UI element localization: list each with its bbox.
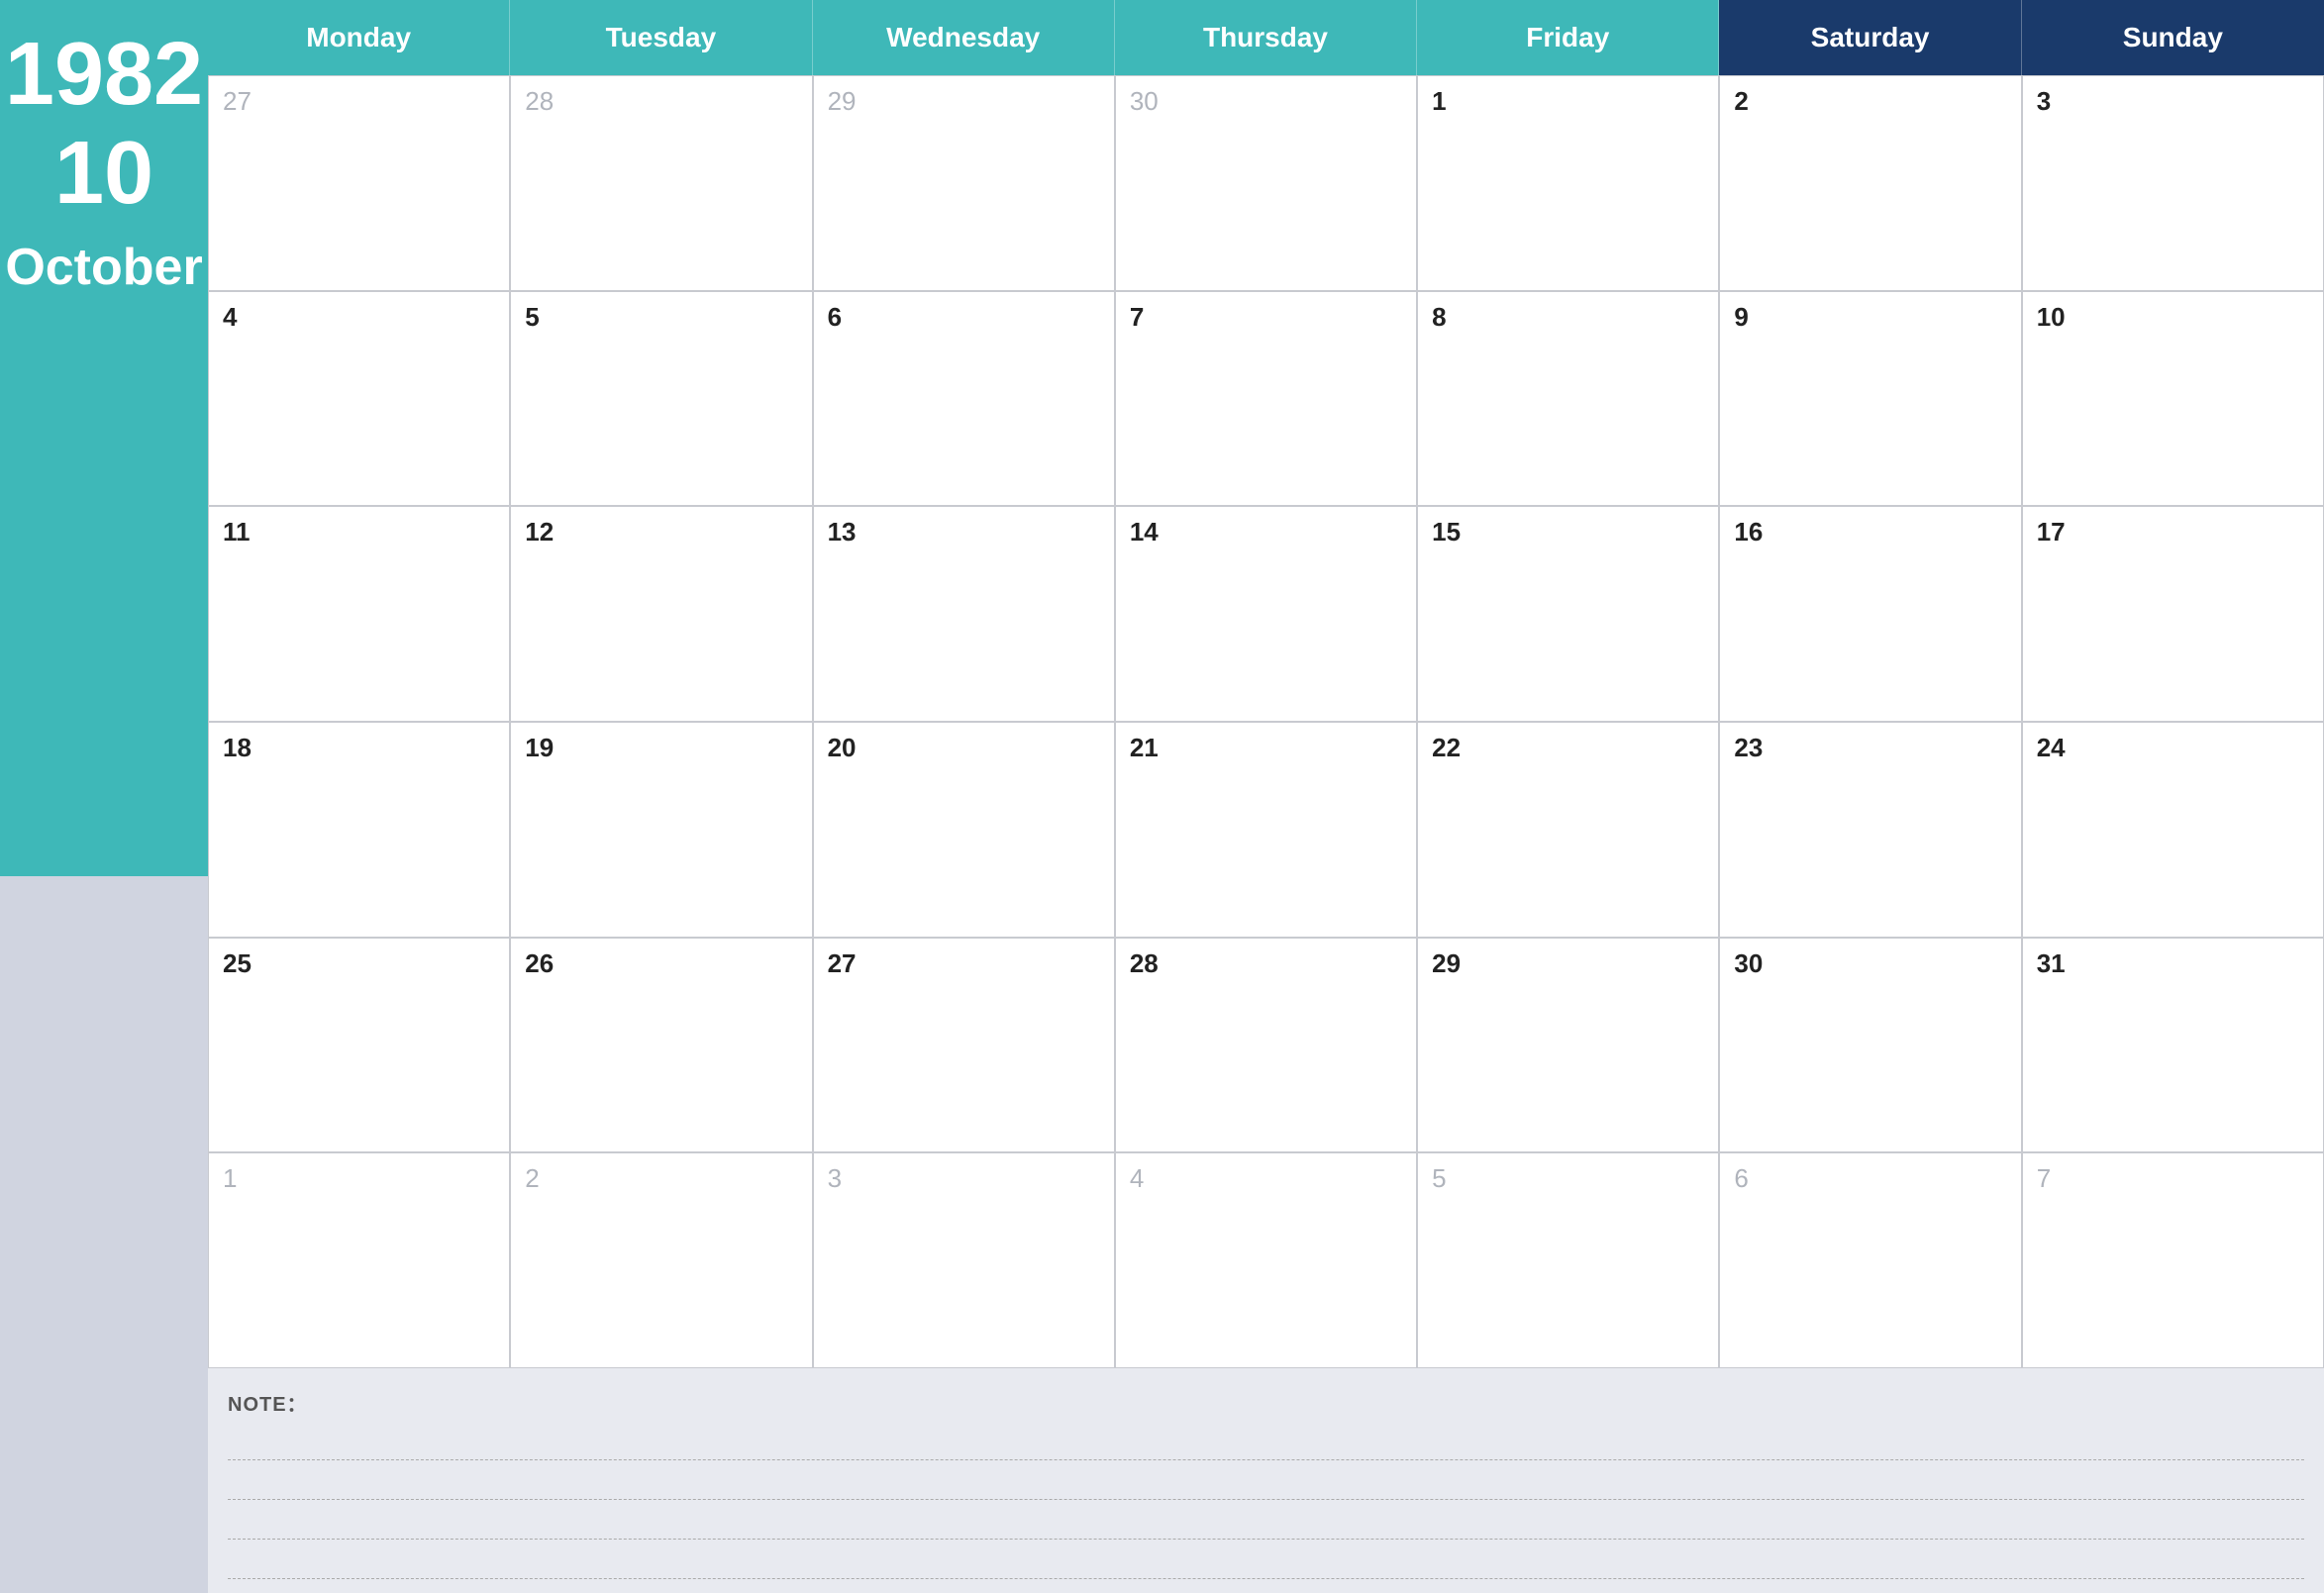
- day-cell: 27: [208, 75, 510, 291]
- day-cell: 12: [510, 506, 812, 722]
- calendar-main: Monday Tuesday Wednesday Thursday Friday…: [208, 0, 2324, 1593]
- sidebar-month-name: October: [5, 238, 202, 297]
- day-cell: 26: [510, 938, 812, 1153]
- day-cell: 28: [1115, 938, 1417, 1153]
- notes-line-4: [228, 1543, 2304, 1579]
- day-cell: 14: [1115, 506, 1417, 722]
- day-cell: 7: [1115, 291, 1417, 507]
- calendar-header: Monday Tuesday Wednesday Thursday Friday…: [208, 0, 2324, 75]
- header-tuesday: Tuesday: [510, 0, 812, 75]
- notes-line-3: [228, 1504, 2304, 1540]
- sidebar-year: 1982: [5, 30, 203, 119]
- day-cell: 21: [1115, 722, 1417, 938]
- notes-line-2: [228, 1464, 2304, 1500]
- header-wednesday: Wednesday: [813, 0, 1115, 75]
- day-cell: 18: [208, 722, 510, 938]
- day-cell: 5: [1417, 1152, 1719, 1368]
- header-thursday: Thursday: [1115, 0, 1417, 75]
- day-cell: 2: [510, 1152, 812, 1368]
- day-cell: 2: [1719, 75, 2021, 291]
- day-cell: 13: [813, 506, 1115, 722]
- sidebar-month-num: 10: [54, 129, 153, 218]
- day-cell: 31: [2022, 938, 2324, 1153]
- day-cell: 4: [1115, 1152, 1417, 1368]
- day-cell: 6: [813, 291, 1115, 507]
- day-cell: 29: [813, 75, 1115, 291]
- notes-section: NOTE：: [208, 1368, 2324, 1593]
- day-cell: 11: [208, 506, 510, 722]
- header-monday: Monday: [208, 0, 510, 75]
- day-cell: 29: [1417, 938, 1719, 1153]
- day-cell: 6: [1719, 1152, 2021, 1368]
- day-cell: 8: [1417, 291, 1719, 507]
- day-cell: 3: [813, 1152, 1115, 1368]
- day-cell: 25: [208, 938, 510, 1153]
- header-sunday: Sunday: [2022, 0, 2324, 75]
- day-cell: 24: [2022, 722, 2324, 938]
- day-cell: 7: [2022, 1152, 2324, 1368]
- day-cell: 17: [2022, 506, 2324, 722]
- day-cell: 23: [1719, 722, 2021, 938]
- day-cell: 1: [208, 1152, 510, 1368]
- day-cell: 20: [813, 722, 1115, 938]
- day-cell: 27: [813, 938, 1115, 1153]
- sidebar: 1982 10 October: [0, 0, 208, 1593]
- day-cell: 15: [1417, 506, 1719, 722]
- day-cell: 3: [2022, 75, 2324, 291]
- header-friday: Friday: [1417, 0, 1719, 75]
- day-cell: 9: [1719, 291, 2021, 507]
- calendar-grid: 27 28 29 30 1 2 3 4 5 6 7 8 9 10 11 12 1…: [208, 75, 2324, 1368]
- calendar-wrapper: 1982 10 October Monday Tuesday Wednesday…: [0, 0, 2324, 1593]
- notes-label: NOTE：: [228, 1388, 2304, 1417]
- day-cell: 19: [510, 722, 812, 938]
- day-cell: 22: [1417, 722, 1719, 938]
- day-cell: 28: [510, 75, 812, 291]
- day-cell: 30: [1115, 75, 1417, 291]
- day-cell: 4: [208, 291, 510, 507]
- day-cell: 10: [2022, 291, 2324, 507]
- header-saturday: Saturday: [1719, 0, 2021, 75]
- day-cell: 30: [1719, 938, 2021, 1153]
- day-cell: 1: [1417, 75, 1719, 291]
- notes-line-1: [228, 1425, 2304, 1460]
- day-cell: 16: [1719, 506, 2021, 722]
- day-cell: 5: [510, 291, 812, 507]
